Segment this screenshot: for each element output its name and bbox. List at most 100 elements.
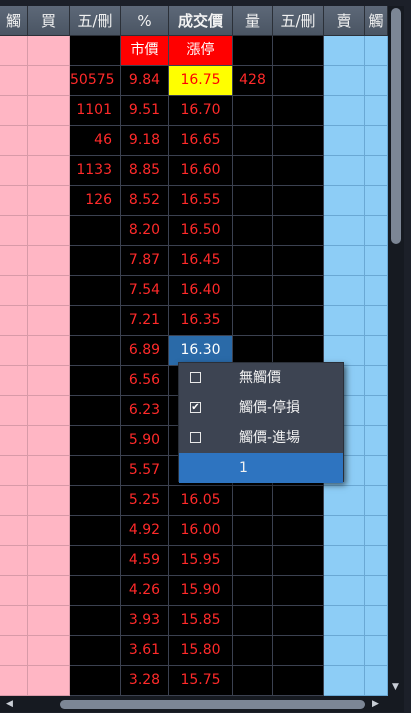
vertical-scroll-thumb[interactable]: [391, 8, 401, 244]
cell-price[interactable]: 15.75: [169, 666, 233, 696]
cell-buy[interactable]: [28, 276, 70, 306]
cell-buy-touch[interactable]: [0, 246, 28, 276]
touch-quantity-value[interactable]: 1: [239, 453, 248, 483]
header-buy[interactable]: 買: [28, 6, 70, 36]
cell-buy[interactable]: [28, 456, 70, 486]
cell-sell-touch[interactable]: [365, 366, 388, 396]
cell-volume[interactable]: [233, 126, 273, 156]
cell-buy-touch[interactable]: [0, 306, 28, 336]
header-percent[interactable]: %: [121, 6, 169, 36]
cell-volume[interactable]: [233, 186, 273, 216]
cell-sell-touch[interactable]: [365, 186, 388, 216]
cell-price[interactable]: 16.60: [169, 156, 233, 186]
cell-buy[interactable]: [28, 486, 70, 516]
cell-percent[interactable]: 5.25: [121, 486, 169, 516]
header-volume[interactable]: 量: [233, 6, 273, 36]
cell-sell[interactable]: [324, 96, 365, 126]
cell-buy-touch[interactable]: [0, 426, 28, 456]
cell-buy-touch[interactable]: [0, 666, 28, 696]
cell-buy-five-delete[interactable]: 1101: [70, 96, 121, 126]
cell-buy-five-delete[interactable]: [70, 456, 121, 486]
cell-sell-touch[interactable]: [365, 396, 388, 426]
cell-buy[interactable]: [28, 666, 70, 696]
cell-sell-touch[interactable]: [365, 426, 388, 456]
cell-sell-five-delete[interactable]: [273, 186, 324, 216]
cell-buy-five-delete[interactable]: [70, 636, 121, 666]
cell-percent[interactable]: 7.54: [121, 276, 169, 306]
checkbox-icon[interactable]: [190, 372, 201, 383]
cell-buy-five-delete[interactable]: [70, 336, 121, 366]
cell-buy[interactable]: [28, 96, 70, 126]
cell-buy[interactable]: [28, 636, 70, 666]
cell-percent[interactable]: 4.92: [121, 516, 169, 546]
cell-buy[interactable]: [28, 396, 70, 426]
arrow-left-icon[interactable]: ◀: [6, 699, 13, 709]
arrow-down-icon[interactable]: ▼: [392, 682, 399, 692]
cell-buy[interactable]: [28, 546, 70, 576]
cell-sell-touch[interactable]: [365, 636, 388, 666]
cell-sell[interactable]: [324, 636, 365, 666]
cell-price[interactable]: 16.35: [169, 306, 233, 336]
cell-buy-touch[interactable]: [0, 126, 28, 156]
cell-sell[interactable]: [324, 606, 365, 636]
cell-price[interactable]: 15.95: [169, 546, 233, 576]
cell-volume[interactable]: [233, 216, 273, 246]
cell-price[interactable]: 15.85: [169, 606, 233, 636]
cell-volume[interactable]: 428: [233, 66, 273, 96]
cell-sell-touch[interactable]: [365, 156, 388, 186]
cell-buy[interactable]: [28, 246, 70, 276]
cell-buy-touch[interactable]: [0, 546, 28, 576]
cell-buy-touch[interactable]: [0, 606, 28, 636]
cell-buy-touch[interactable]: [0, 636, 28, 666]
cell-buy-five-delete[interactable]: [70, 606, 121, 636]
cell-percent[interactable]: 8.52: [121, 186, 169, 216]
menu-item-touch-stop-loss[interactable]: ✔ 觸價-停損: [179, 393, 343, 423]
cell-sell-touch[interactable]: [365, 336, 388, 366]
cell-buy-touch[interactable]: [0, 456, 28, 486]
header-sell-five-delete[interactable]: 五/刪: [273, 6, 324, 36]
cell-buy-five-delete[interactable]: [70, 666, 121, 696]
cell-buy-touch[interactable]: [0, 516, 28, 546]
cell-percent[interactable]: 3.93: [121, 606, 169, 636]
cell-buy-touch[interactable]: [0, 156, 28, 186]
cell-sell-touch[interactable]: [365, 516, 388, 546]
cell-sell-touch[interactable]: [365, 96, 388, 126]
cell-volume[interactable]: [233, 156, 273, 186]
cell-percent[interactable]: 9.51: [121, 96, 169, 126]
cell-sell-five-delete[interactable]: [273, 96, 324, 126]
cell-percent[interactable]: 7.21: [121, 306, 169, 336]
cell-buy-five-delete[interactable]: 1133: [70, 156, 121, 186]
header-buy-five-delete[interactable]: 五/刪: [70, 6, 121, 36]
cell-buy-five-delete[interactable]: [70, 36, 121, 66]
cell-sell-touch[interactable]: [365, 126, 388, 156]
cell-buy[interactable]: [28, 576, 70, 606]
cell-price[interactable]: 16.55: [169, 186, 233, 216]
cell-sell[interactable]: [324, 36, 365, 66]
cell-sell[interactable]: [324, 306, 365, 336]
cell-sell-touch[interactable]: [365, 576, 388, 606]
cell-percent[interactable]: 6.89: [121, 336, 169, 366]
cell-sell-touch[interactable]: [365, 546, 388, 576]
cell-volume[interactable]: [233, 486, 273, 516]
cell-buy-touch[interactable]: [0, 66, 28, 96]
cell-sell-five-delete[interactable]: [273, 156, 324, 186]
cell-price[interactable]: 15.90: [169, 576, 233, 606]
cell-percent[interactable]: 6.56: [121, 366, 169, 396]
checkbox-icon[interactable]: [190, 432, 201, 443]
cell-sell-five-delete[interactable]: [273, 126, 324, 156]
cell-buy-five-delete[interactable]: [70, 366, 121, 396]
cell-sell[interactable]: [324, 576, 365, 606]
vertical-scrollbar[interactable]: ▼: [388, 6, 404, 696]
cell-sell[interactable]: [324, 276, 365, 306]
cell-sell-five-delete[interactable]: [273, 636, 324, 666]
cell-sell[interactable]: [324, 246, 365, 276]
cell-percent[interactable]: 5.57: [121, 456, 169, 486]
cell-percent[interactable]: 4.26: [121, 576, 169, 606]
cell-price[interactable]: 16.65: [169, 126, 233, 156]
cell-buy-five-delete[interactable]: [70, 216, 121, 246]
cell-sell[interactable]: [324, 66, 365, 96]
cell-buy-five-delete[interactable]: [70, 396, 121, 426]
cell-buy[interactable]: [28, 516, 70, 546]
cell-buy[interactable]: [28, 156, 70, 186]
cell-sell[interactable]: [324, 126, 365, 156]
